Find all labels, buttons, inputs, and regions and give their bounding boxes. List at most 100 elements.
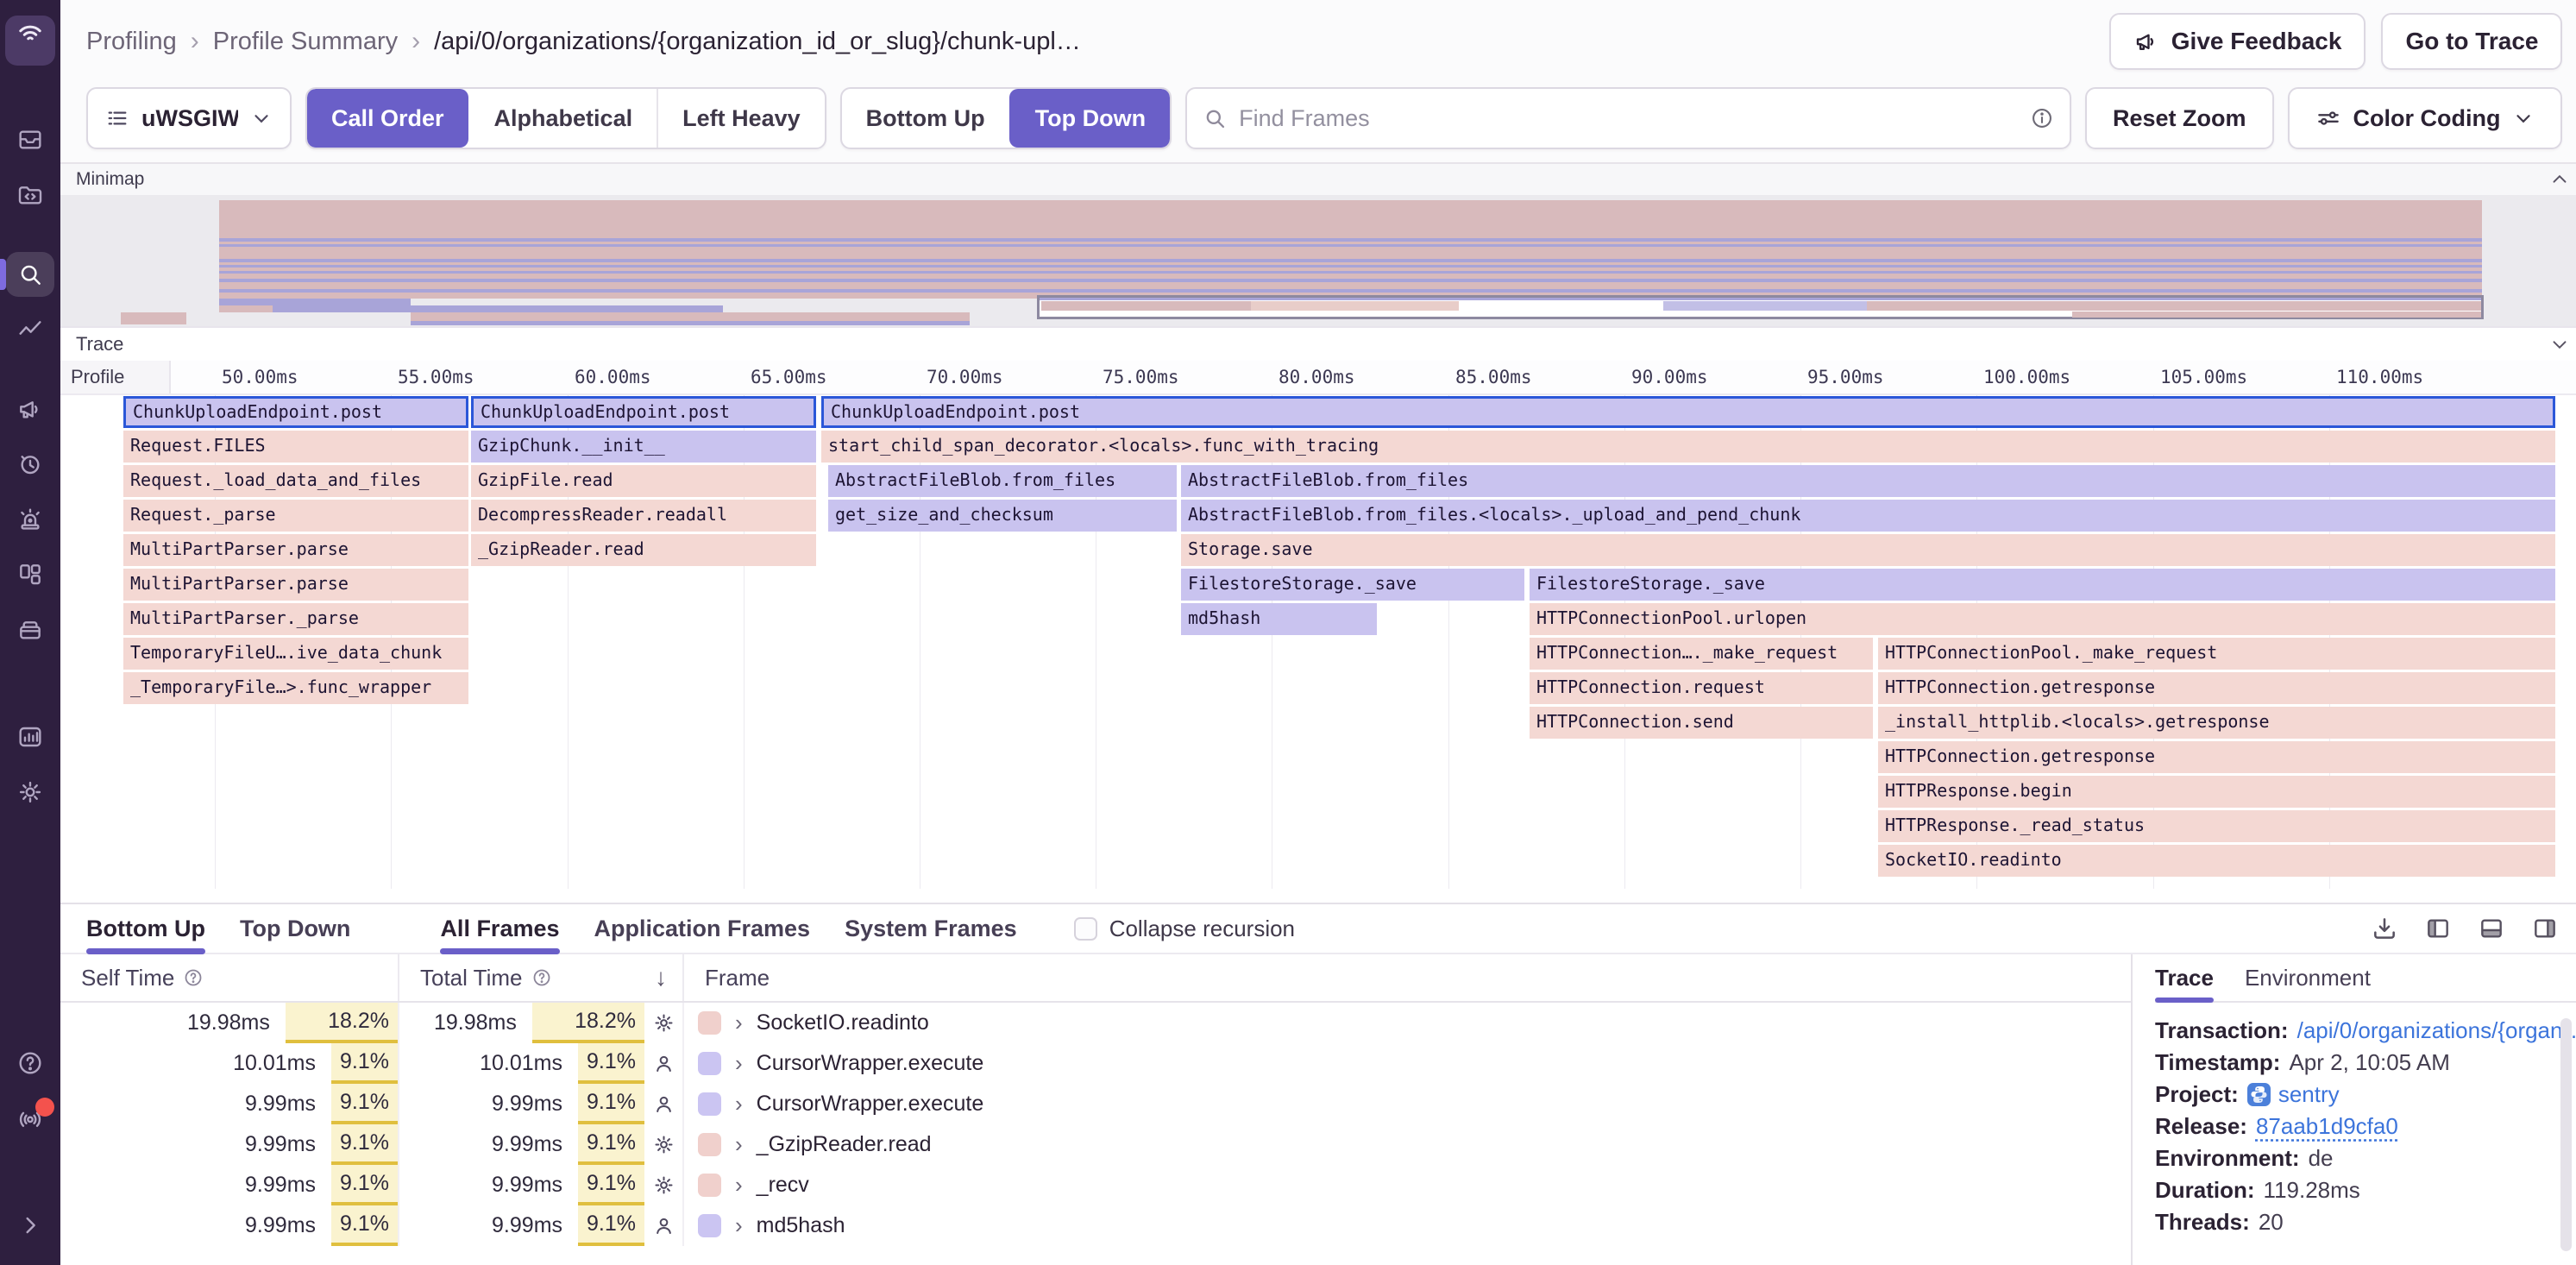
tab-all-frames[interactable]: All Frames: [440, 904, 559, 953]
chevron-up-icon[interactable]: [2548, 168, 2571, 191]
flame-frame[interactable]: md5hash: [1181, 603, 1377, 635]
sort-option-left-heavy[interactable]: Left Heavy: [657, 89, 825, 148]
expand-chevron-icon[interactable]: ›: [732, 1050, 746, 1077]
flame-frame[interactable]: MultiPartParser.parse: [123, 534, 468, 566]
flame-frame[interactable]: FilestoreStorage._save: [1530, 569, 2555, 601]
tab-application-frames[interactable]: Application Frames: [594, 904, 811, 953]
flame-frame[interactable]: ChunkUploadEndpoint.post: [471, 396, 816, 428]
frame-name[interactable]: CursorWrapper.execute: [757, 1051, 984, 1076]
direction-option-bottom-up[interactable]: Bottom Up: [842, 89, 1009, 148]
frame-name[interactable]: CursorWrapper.execute: [757, 1092, 984, 1117]
flame-frame[interactable]: _GzipReader.read: [471, 534, 816, 566]
table-row[interactable]: 9.99ms9.1%9.99ms9.1%›CursorWrapper.execu…: [60, 1084, 2131, 1124]
details-field-value[interactable]: sentry: [2278, 1079, 2340, 1111]
nav-profiling[interactable]: [6, 252, 54, 297]
details-field-value[interactable]: 87aab1d9cfa0: [2256, 1111, 2398, 1142]
table-row[interactable]: 10.01ms9.1%10.01ms9.1%›CursorWrapper.exe…: [60, 1043, 2131, 1084]
flame-frame[interactable]: get_size_and_checksum: [828, 500, 1177, 532]
self-time-header[interactable]: Self Time: [60, 954, 399, 1001]
tab-system-frames[interactable]: System Frames: [845, 904, 1017, 953]
total-time-header[interactable]: Total Time ↓: [399, 954, 684, 1001]
flame-frame[interactable]: _TemporaryFile…>.func_wrapper: [123, 672, 468, 704]
details-tab-trace[interactable]: Trace: [2155, 954, 2214, 1001]
time-ruler[interactable]: Profile 50.00ms55.00ms60.00ms65.00ms70.0…: [60, 361, 2576, 395]
flame-frame[interactable]: Request._load_data_and_files: [123, 465, 468, 497]
tab-bottom-up[interactable]: Bottom Up: [86, 904, 205, 953]
details-field-value[interactable]: /api/0/organizations/{organ…: [2297, 1015, 2576, 1047]
table-row[interactable]: 9.99ms9.1%9.99ms9.1%›_GzipReader.read: [60, 1124, 2131, 1165]
flame-frame[interactable]: GzipFile.read: [471, 465, 816, 497]
flame-frame[interactable]: HTTPResponse.begin: [1878, 776, 2555, 808]
nav-trends[interactable]: [6, 307, 54, 352]
flame-frame[interactable]: AbstractFileBlob.from_files: [1181, 465, 2555, 497]
expand-chevron-icon[interactable]: ›: [732, 1091, 746, 1117]
flame-frame[interactable]: HTTPConnectionPool._make_request: [1878, 638, 2555, 670]
nav-settings[interactable]: [6, 770, 54, 815]
frame-name[interactable]: _recv: [757, 1173, 809, 1198]
frame-name[interactable]: SocketIO.readinto: [757, 1010, 929, 1035]
collapse-recursion-toggle[interactable]: Collapse recursion: [1074, 916, 1295, 942]
sort-descending-icon[interactable]: ↓: [655, 964, 667, 991]
flame-frame[interactable]: ChunkUploadEndpoint.post: [821, 396, 2555, 428]
nav-explore[interactable]: [6, 173, 54, 217]
frame-header[interactable]: Frame: [684, 954, 2131, 1001]
frame-name[interactable]: md5hash: [757, 1213, 845, 1238]
flame-frame[interactable]: AbstractFileBlob.from_files.<locals>._up…: [1181, 500, 2555, 532]
nav-alerts[interactable]: [6, 497, 54, 542]
flame-frame[interactable]: HTTPConnectionPool.urlopen: [1530, 603, 2555, 635]
flame-frame[interactable]: Request.FILES: [123, 431, 468, 463]
flame-frame[interactable]: HTTPConnection…._make_request: [1530, 638, 1873, 670]
flame-frame[interactable]: SocketIO.readinto: [1878, 845, 2555, 877]
collapse-sidebar-button[interactable]: [6, 1203, 54, 1248]
nav-issues[interactable]: [6, 117, 54, 162]
sentry-logo-icon[interactable]: [5, 16, 55, 66]
give-feedback-button[interactable]: Give Feedback: [2109, 13, 2366, 70]
sort-option-alphabetical[interactable]: Alphabetical: [468, 89, 657, 148]
go-to-trace-button[interactable]: Go to Trace: [2381, 13, 2562, 70]
download-icon[interactable]: [2371, 915, 2398, 942]
direction-option-top-down[interactable]: Top Down: [1009, 89, 1170, 148]
breadcrumb-item[interactable]: Profiling: [86, 28, 177, 56]
breadcrumb-item[interactable]: Profile Summary: [213, 28, 398, 56]
expand-chevron-icon[interactable]: ›: [732, 1131, 746, 1158]
info-icon[interactable]: [2030, 106, 2054, 130]
layout-left-panel-icon[interactable]: [2424, 915, 2452, 942]
minimap[interactable]: [60, 195, 2576, 326]
reset-zoom-button[interactable]: Reset Zoom: [2085, 87, 2274, 149]
flamegraph[interactable]: ChunkUploadEndpoint.postChunkUploadEndpo…: [60, 395, 2576, 889]
table-row[interactable]: 19.98ms18.2%19.98ms18.2%›SocketIO.readin…: [60, 1003, 2131, 1043]
sort-option-call-order[interactable]: Call Order: [307, 89, 468, 148]
flame-frame[interactable]: FilestoreStorage._save: [1181, 569, 1524, 601]
flame-frame[interactable]: ChunkUploadEndpoint.post: [123, 396, 468, 428]
flame-frame[interactable]: TemporaryFileU….ive_data_chunk: [123, 638, 468, 670]
flame-frame[interactable]: GzipChunk.__init__: [471, 431, 816, 463]
chevron-down-icon[interactable]: [2548, 333, 2571, 356]
expand-chevron-icon[interactable]: ›: [732, 1010, 746, 1036]
layout-bottom-panel-icon[interactable]: [2478, 915, 2505, 942]
expand-chevron-icon[interactable]: ›: [732, 1172, 746, 1199]
help-button[interactable]: [6, 1041, 54, 1086]
scrollbar-thumb[interactable]: [2560, 1018, 2572, 1251]
expand-chevron-icon[interactable]: ›: [732, 1212, 746, 1239]
layout-right-panel-icon[interactable]: [2531, 915, 2559, 942]
color-coding-button[interactable]: Color Coding: [2288, 87, 2563, 149]
tab-top-down[interactable]: Top Down: [240, 904, 350, 953]
frame-name[interactable]: _GzipReader.read: [757, 1132, 932, 1157]
table-row[interactable]: 9.99ms9.1%9.99ms9.1%›md5hash: [60, 1205, 2131, 1246]
flame-frame[interactable]: HTTPConnection.getresponse: [1878, 741, 2555, 773]
flame-frame[interactable]: HTTPConnection.send: [1530, 707, 1873, 739]
flame-frame[interactable]: MultiPartParser.parse: [123, 569, 468, 601]
nav-user-feedback[interactable]: [6, 387, 54, 431]
table-row[interactable]: 9.99ms9.1%9.99ms9.1%›_recv: [60, 1165, 2131, 1205]
flame-frame[interactable]: HTTPConnection.getresponse: [1878, 672, 2555, 704]
flame-frame[interactable]: Request._parse: [123, 500, 468, 532]
flame-frame[interactable]: HTTPConnection.request: [1530, 672, 1873, 704]
minimap-selection[interactable]: [1037, 295, 2484, 319]
whats-new-button[interactable]: [6, 1096, 54, 1141]
details-tab-environment[interactable]: Environment: [2245, 954, 2371, 1001]
flame-frame[interactable]: MultiPartParser._parse: [123, 603, 468, 635]
flame-frame[interactable]: DecompressReader.readall: [471, 500, 816, 532]
flame-frame[interactable]: start_child_span_decorator.<locals>.func…: [821, 431, 2555, 463]
nav-stats[interactable]: [6, 714, 54, 759]
flame-frame[interactable]: _install_httplib.<locals>.getresponse: [1878, 707, 2555, 739]
